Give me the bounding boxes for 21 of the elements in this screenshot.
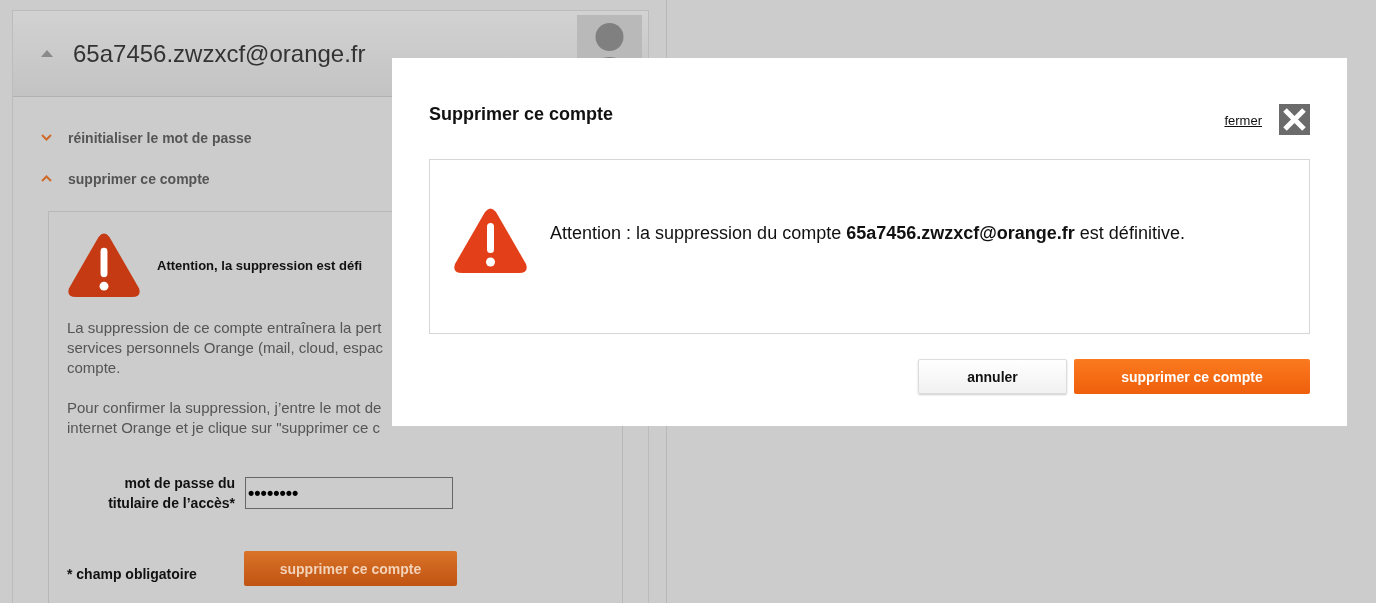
warning-text: Attention, la suppression est défi	[157, 257, 363, 273]
paragraph-line: Pour confirmer la suppression, j’entre le mot de	[67, 398, 383, 418]
close-link[interactable]: fermer	[1224, 113, 1262, 128]
confirm-button[interactable]: supprimer ce compte	[1074, 359, 1310, 394]
paragraph-line: internet Orange et je clique sur "supprimer ce c	[67, 418, 381, 438]
dialog-title: Supprimer ce compte	[429, 104, 614, 125]
warning-icon	[453, 207, 528, 274]
paragraph-line: La suppression de ce compte entraînera la pert	[67, 318, 383, 338]
cancel-button[interactable]: annuler	[918, 359, 1067, 394]
paragraph-line: services personnels Orange (mail, cloud, espac	[67, 338, 384, 358]
close-icon[interactable]	[1279, 104, 1310, 135]
menu-link[interactable]: réinitialiser le mot de passe	[68, 129, 252, 146]
delete-account-button[interactable]: supprimer ce compte	[244, 551, 457, 586]
password-label: mot de passe du titulaire de l’accès*	[107, 474, 235, 513]
warning-icon	[67, 232, 141, 298]
password-field[interactable]: ••••••••	[245, 477, 453, 509]
paragraph-line: compte.	[67, 358, 122, 378]
required-note: * champ obligatoire	[67, 565, 198, 582]
account-email: 65a7456.zwzxcf@orange.fr	[73, 39, 366, 68]
dialog-message: Attention : la suppression du compte 65a7456.zwzxcf@orange.fr est définitive.	[550, 223, 1185, 244]
menu-link[interactable]: supprimer ce compte	[68, 170, 210, 187]
